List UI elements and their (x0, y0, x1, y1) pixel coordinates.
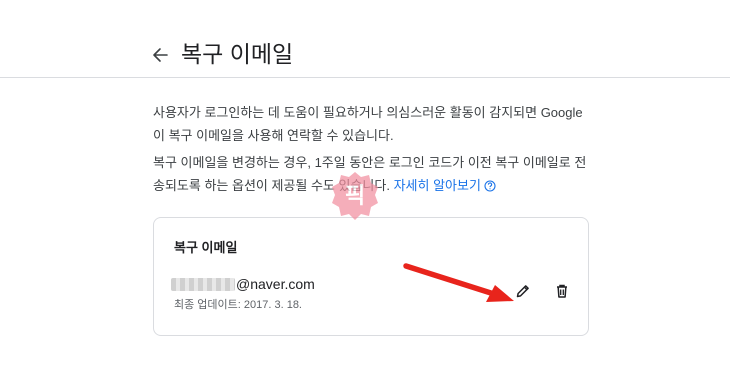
email-row: @naver.com (171, 275, 315, 293)
recovery-email-card: 복구 이메일 @naver.com 최종 업데이트: 2017. 3. 18. (153, 217, 589, 336)
back-button[interactable] (149, 44, 171, 66)
email-redacted-mask (171, 277, 235, 291)
delete-email-button[interactable] (550, 279, 574, 303)
description-paragraph-1: 사용자가 로그인하는 데 도움이 필요하거나 의심스러운 활동이 감지되면 Go… (153, 105, 583, 143)
card-title: 복구 이메일 (174, 240, 238, 255)
page-title: 복구 이메일 (181, 41, 294, 67)
description-paragraph-2: 복구 이메일을 변경하는 경우, 1주일 동안은 로그인 코드가 이전 복구 이… (153, 151, 593, 199)
learn-more-link[interactable]: 자세히 알아보기 (394, 178, 481, 193)
arrow-back-icon (153, 48, 168, 62)
description-paragraph-2-text: 복구 이메일을 변경하는 경우, 1주일 동안은 로그인 코드가 이전 복구 이… (153, 155, 587, 193)
edit-email-button[interactable] (511, 279, 535, 303)
page-header: 복구 이메일 (0, 0, 730, 78)
last-updated-text: 최종 업데이트: 2017. 3. 18. (174, 299, 302, 311)
pencil-icon (516, 285, 529, 298)
help-circle-icon[interactable] (484, 176, 496, 199)
email-domain: @naver.com (236, 276, 315, 292)
trash-icon (557, 284, 567, 298)
